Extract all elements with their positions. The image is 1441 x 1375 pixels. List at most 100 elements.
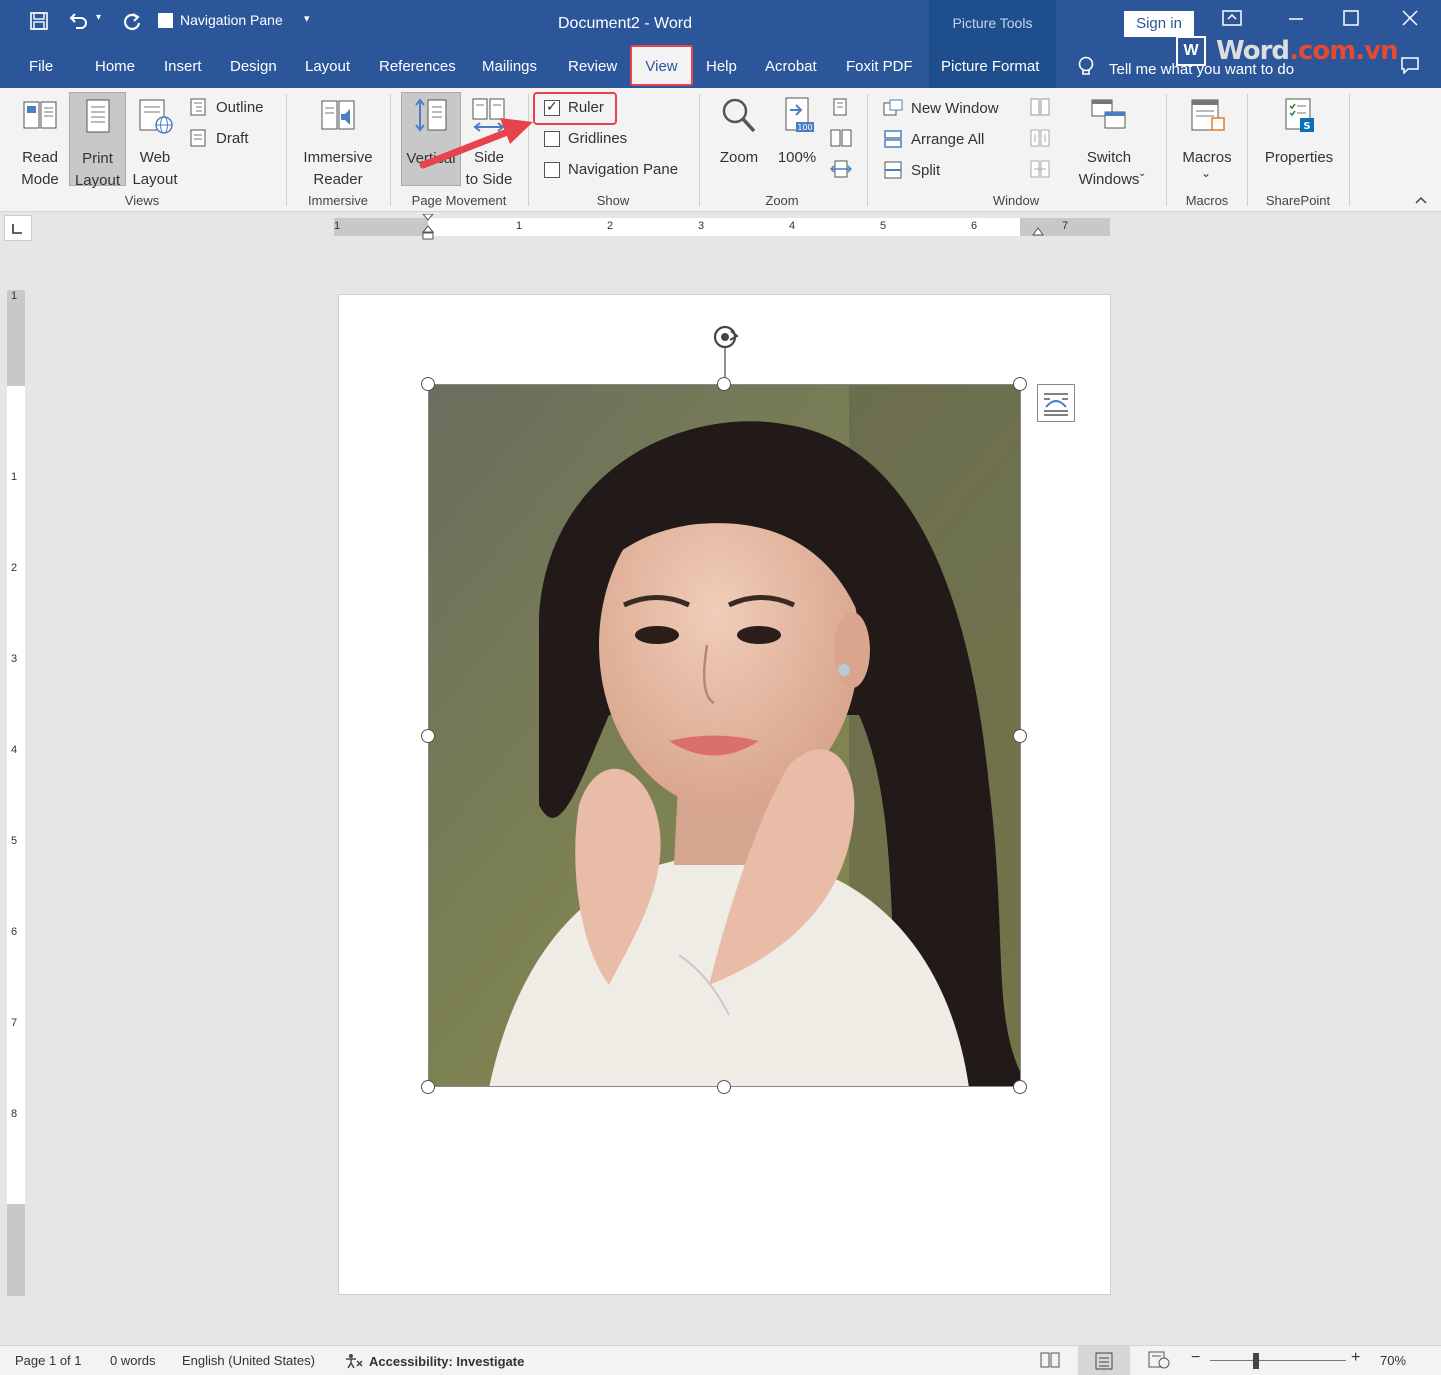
arrange-all-button[interactable]: Arrange All [883, 130, 984, 148]
new-window-button[interactable]: New Window [883, 99, 999, 117]
ruler-number: 5 [11, 835, 18, 847]
tab-selector[interactable] [4, 215, 32, 241]
minimize-icon[interactable] [1288, 10, 1304, 31]
ruler-number: 5 [880, 220, 887, 232]
group-separator [1349, 94, 1350, 206]
print-layout-view-icon[interactable] [1078, 1346, 1130, 1375]
split-button[interactable]: Split [883, 161, 940, 179]
navigation-pane-checkbox[interactable]: Navigation Pane [544, 161, 678, 178]
resize-handle-top-right[interactable] [1013, 377, 1027, 391]
tab-mailings[interactable]: Mailings [482, 58, 537, 75]
web-layout-view-icon[interactable] [1148, 1351, 1170, 1372]
outline-label: Outline [216, 98, 264, 116]
zoom-level[interactable]: 70% [1380, 1353, 1406, 1368]
draft-button[interactable]: Draft [188, 129, 249, 147]
zoom-100-button[interactable]: 100 100% [770, 96, 824, 169]
horizontal-ruler[interactable]: 1 1 2 3 4 5 6 7 [334, 214, 1110, 240]
outline-button[interactable]: Outline [188, 98, 264, 116]
layout-options-button[interactable] [1037, 384, 1075, 422]
sync-scrolling-icon[interactable] [1030, 129, 1050, 152]
tab-view[interactable]: View [630, 45, 693, 86]
vertical-ruler[interactable]: 1 1 2 3 4 5 6 7 8 [7, 290, 25, 1296]
one-page-icon[interactable] [830, 98, 850, 121]
page-count[interactable]: Page 1 of 1 [15, 1353, 82, 1368]
accessibility-checker[interactable]: Accessibility: Investigate [344, 1353, 524, 1369]
zoom-slider-thumb[interactable] [1253, 1353, 1259, 1369]
close-icon[interactable] [1402, 10, 1418, 31]
sign-in-button[interactable]: Sign in [1124, 11, 1194, 37]
vertical-button[interactable]: Vertical [401, 92, 461, 186]
tab-help[interactable]: Help [706, 58, 737, 75]
gridlines-label: Gridlines [568, 130, 628, 147]
maximize-icon[interactable] [1343, 10, 1359, 31]
comments-icon[interactable] [1400, 56, 1420, 78]
multiple-pages-icon[interactable] [830, 129, 852, 152]
indent-marker-icon[interactable] [422, 214, 434, 240]
web-layout-button[interactable]: Web Layout [127, 96, 183, 191]
resize-handle-bottom[interactable] [717, 1080, 731, 1094]
watermark-logo: W Word.com.vn [1176, 36, 1399, 66]
window-title: Document2 - Word [558, 15, 692, 32]
group-label-macros: Macros [1185, 193, 1229, 208]
tab-picture-format-label[interactable]: Picture Format [941, 58, 1039, 75]
tab-references[interactable]: References [379, 58, 456, 75]
word-count[interactable]: 0 words [110, 1353, 156, 1368]
tab-insert[interactable]: Insert [164, 58, 202, 75]
read-mode-view-icon[interactable] [1040, 1351, 1060, 1372]
status-bar: Page 1 of 1 0 words English (United Stat… [0, 1345, 1441, 1375]
resize-handle-bottom-right[interactable] [1013, 1080, 1027, 1094]
tab-acrobat[interactable]: Acrobat [765, 58, 817, 75]
undo-icon[interactable] [68, 12, 90, 30]
selected-picture[interactable] [428, 384, 1021, 1087]
gridlines-checkbox[interactable]: Gridlines [544, 130, 627, 147]
tab-file[interactable]: File [29, 58, 53, 75]
group-label-immersive: Immersive [308, 193, 368, 208]
zoom-in-icon[interactable]: + [1351, 1349, 1360, 1367]
macros-button[interactable]: Macros [1176, 96, 1238, 169]
tab-design[interactable]: Design [230, 58, 277, 75]
reset-window-position-icon[interactable] [1030, 160, 1050, 183]
immersive-reader-button[interactable]: Immersive Reader [296, 96, 380, 191]
print-layout-button[interactable]: Print Layout [69, 92, 126, 189]
resize-handle-bottom-left[interactable] [421, 1080, 435, 1094]
customize-qat-icon[interactable]: ▾ [304, 12, 310, 25]
draft-label: Draft [216, 129, 249, 147]
resize-handle-top[interactable] [717, 377, 731, 391]
resize-handle-right[interactable] [1013, 729, 1027, 743]
lightbulb-icon [1077, 56, 1095, 82]
redo-icon[interactable] [122, 12, 142, 32]
nav-pane-quick-toggle[interactable]: Navigation Pane [158, 12, 283, 28]
tab-review[interactable]: Review [568, 58, 617, 75]
resize-handle-left[interactable] [421, 729, 435, 743]
view-side-by-side-icon[interactable] [1030, 98, 1050, 121]
side-to-side-button[interactable]: Side to Side [462, 96, 516, 191]
page-width-icon[interactable] [829, 160, 853, 183]
magnifier-icon [722, 98, 756, 133]
save-icon[interactable] [30, 12, 48, 30]
layout-options-icon [1044, 393, 1068, 416]
ribbon-display-icon[interactable] [1222, 10, 1242, 31]
resize-handle-top-left[interactable] [421, 377, 435, 391]
arrange-all-label: Arrange All [911, 130, 985, 148]
tab-foxit-pdf[interactable]: Foxit PDF [846, 58, 913, 75]
read-mode-button[interactable]: Read Mode [12, 96, 68, 191]
macros-dropdown-icon[interactable]: ⌄ [1201, 166, 1211, 180]
zoom-button[interactable]: Zoom [712, 96, 766, 169]
ruler-number: 1 [334, 220, 341, 232]
zoom-slider[interactable] [1210, 1360, 1346, 1361]
switch-windows-dropdown-icon[interactable]: ⌄ [1138, 168, 1146, 179]
tab-layout[interactable]: Layout [305, 58, 350, 75]
zoom-out-icon[interactable]: − [1191, 1349, 1200, 1367]
svg-text:S: S [1303, 121, 1310, 132]
ruler-number: 7 [11, 1017, 18, 1029]
tab-home[interactable]: Home [95, 58, 135, 75]
undo-dropdown-icon[interactable]: ▾ [96, 12, 101, 23]
navigation-pane-check-icon [544, 161, 560, 178]
ruler-number: 7 [1062, 220, 1069, 232]
collapse-ribbon-icon[interactable] [1414, 192, 1428, 210]
right-indent-marker-icon[interactable] [1032, 227, 1044, 237]
outline-icon [190, 98, 206, 116]
properties-button[interactable]: S Properties [1258, 96, 1340, 169]
language-indicator[interactable]: English (United States) [182, 1353, 315, 1368]
zoom-100-icon: 100 [785, 97, 814, 132]
